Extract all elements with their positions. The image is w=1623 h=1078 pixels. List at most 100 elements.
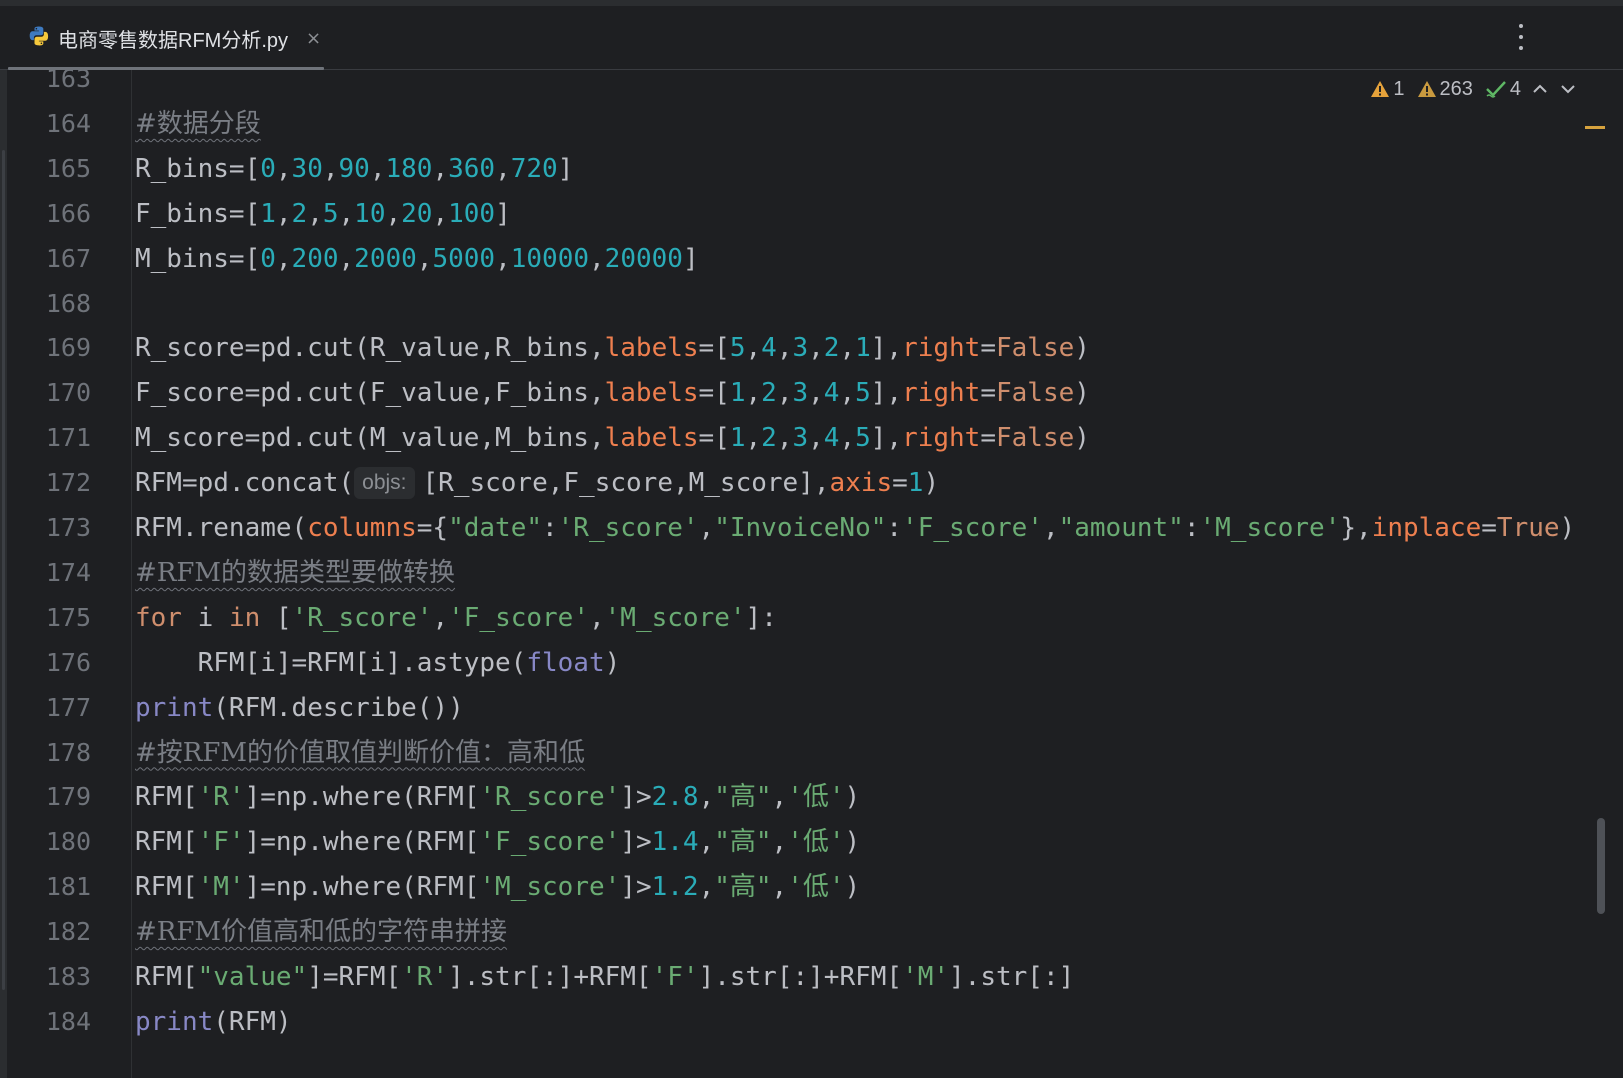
code-token: 'F_score' bbox=[448, 602, 589, 633]
code-line[interactable]: #数据分段 bbox=[135, 101, 261, 147]
inspection-widget[interactable]: 1 263 4 bbox=[1370, 74, 1583, 104]
code-line[interactable]: print(RFM.describe()) bbox=[135, 685, 464, 731]
next-highlight-icon[interactable] bbox=[1561, 84, 1583, 94]
code-token: 4 bbox=[823, 378, 840, 409]
code-token: , bbox=[275, 153, 292, 184]
code-token: False bbox=[996, 378, 1075, 409]
code-token: , bbox=[698, 513, 715, 543]
code-comment: #RFM的数据类型要做转换 bbox=[135, 557, 456, 588]
code-line[interactable]: RFM['R']=np.where(RFM['R_score']>2.8,"高"… bbox=[135, 774, 860, 820]
code-line[interactable]: M_score=pd.cut(M_value,M_bins,labels=[1,… bbox=[135, 415, 1090, 461]
close-icon[interactable]: × bbox=[306, 28, 321, 49]
line-number: 183 bbox=[45, 962, 91, 991]
left-tool-strip bbox=[0, 70, 7, 1078]
code-token: True bbox=[1496, 513, 1560, 543]
code-token: 4 bbox=[823, 423, 840, 454]
code-line[interactable]: RFM[i]=RFM[i].astype(float) bbox=[135, 640, 621, 686]
code-line[interactable]: print(RFM) bbox=[135, 999, 292, 1045]
code-token: , bbox=[385, 198, 402, 229]
warning-marker[interactable] bbox=[1585, 126, 1605, 129]
code-token: , bbox=[589, 602, 605, 633]
code-editor[interactable]: #数据分段 R_bins=[0,30,90,180,360,720] F_bins=… bbox=[135, 70, 1595, 1078]
more-options-icon[interactable] bbox=[1509, 24, 1533, 50]
code-token: : bbox=[1183, 513, 1200, 543]
code-line[interactable]: #RFM价值高和低的字符串拼接 bbox=[135, 909, 507, 955]
code-line[interactable]: #RFM的数据类型要做转换 bbox=[135, 550, 455, 596]
previous-highlight-icon[interactable] bbox=[1533, 84, 1555, 94]
check-icon bbox=[1486, 81, 1506, 98]
code-token: 3 bbox=[792, 333, 809, 364]
code-token: , bbox=[1042, 513, 1059, 543]
code-token: RFM.rename( bbox=[135, 513, 308, 543]
code-line[interactable]: F_score=pd.cut(F_value,F_bins,labels=[1,… bbox=[135, 370, 1090, 416]
code-token: , bbox=[495, 243, 511, 274]
code-token: 'R_score' bbox=[557, 513, 699, 543]
code-token: , bbox=[771, 872, 788, 903]
code-token: [ bbox=[260, 602, 292, 633]
code-line[interactable]: M_bins=[0,200,2000,5000,10000,20000] bbox=[135, 236, 699, 282]
code-token: ) bbox=[844, 827, 861, 858]
code-token: 20000 bbox=[604, 243, 683, 274]
code-token: axis bbox=[829, 468, 893, 499]
line-number: 174 bbox=[45, 557, 91, 587]
scrollbar-thumb[interactable] bbox=[1597, 818, 1605, 914]
code-token: 90 bbox=[338, 153, 370, 184]
code-token: 180 bbox=[385, 153, 433, 184]
code-token: "value" bbox=[197, 962, 308, 992]
code-token: RFM[i]=RFM[i].astype( bbox=[135, 647, 527, 678]
code-line[interactable]: RFM=pd.concat(objs: [R_score,F_score,M_sc… bbox=[135, 460, 939, 506]
code-token: , bbox=[698, 782, 715, 813]
code-token: = bbox=[1481, 513, 1497, 543]
code-token: = bbox=[980, 423, 996, 454]
code-token: ) bbox=[1074, 333, 1090, 364]
code-line[interactable]: F_bins=[1,2,5,10,20,100] bbox=[135, 191, 511, 237]
code-token: 0 bbox=[260, 243, 276, 274]
code-token: ) bbox=[923, 468, 940, 499]
typo-count[interactable]: 4 bbox=[1485, 78, 1521, 101]
code-token: , bbox=[432, 602, 449, 633]
vertical-scrollbar[interactable] bbox=[1585, 70, 1607, 1078]
code-token: (RFM) bbox=[213, 1006, 292, 1037]
editor-tab-bar: 电商零售数据RFM分析.py × bbox=[0, 6, 1623, 70]
code-token: , bbox=[745, 378, 762, 409]
code-token: labels bbox=[604, 378, 699, 409]
code-token: M_bins=[ bbox=[135, 243, 261, 274]
code-token: 1.4 bbox=[651, 827, 699, 858]
code-token: labels bbox=[604, 423, 699, 454]
code-token: }, bbox=[1340, 513, 1372, 543]
code-token: 20 bbox=[401, 198, 433, 229]
code-token: ]> bbox=[620, 782, 652, 813]
line-number: 177 bbox=[45, 692, 91, 722]
error-count[interactable]: 1 bbox=[1370, 78, 1405, 101]
line-number: 169 bbox=[45, 333, 91, 363]
code-token: ], bbox=[870, 423, 903, 454]
code-token: 'M' bbox=[902, 962, 950, 992]
code-line[interactable]: #按RFM的价值取值判断价值：高和低 bbox=[135, 730, 585, 776]
warning-count[interactable]: 263 bbox=[1417, 78, 1473, 101]
code-token: = bbox=[980, 333, 996, 364]
line-number: 182 bbox=[45, 917, 91, 947]
line-number: 175 bbox=[45, 602, 91, 632]
code-token: 'F_score' bbox=[479, 827, 621, 858]
code-token: 2 bbox=[761, 423, 777, 454]
code-token: =[ bbox=[698, 423, 730, 454]
code-comment: #RFM价值高和低的字符串拼接 bbox=[135, 917, 508, 948]
code-line[interactable]: for i in ['R_score','F_score','M_score']… bbox=[135, 595, 777, 641]
code-token: in bbox=[228, 602, 261, 633]
code-token: , bbox=[808, 378, 824, 409]
code-line[interactable]: RFM['M']=np.where(RFM['M_score']>1.2,"高"… bbox=[135, 864, 860, 910]
code-line[interactable]: RFM['F']=np.where(RFM['F_score']>1.4,"高"… bbox=[135, 819, 860, 865]
code-token: 5 bbox=[855, 378, 871, 409]
code-token: '低' bbox=[787, 827, 845, 858]
code-line[interactable]: R_score=pd.cut(R_value,R_bins,labels=[5,… bbox=[135, 325, 1090, 371]
error-icon bbox=[1371, 81, 1390, 97]
code-token: R_score=pd.cut(R_value,R_bins, bbox=[135, 333, 605, 364]
code-token: 'R_score' bbox=[479, 782, 621, 813]
code-token: , bbox=[698, 827, 715, 858]
code-token: RFM[ bbox=[135, 872, 198, 903]
code-line[interactable]: RFM.rename(columns={"date":'R_score',"In… bbox=[135, 505, 1575, 551]
code-line[interactable]: RFM["value"]=RFM['R'].str[:]+RFM['F'].st… bbox=[135, 954, 1074, 1000]
code-line[interactable]: R_bins=[0,30,90,180,360,720] bbox=[135, 146, 573, 192]
code-token: "高" bbox=[714, 782, 772, 813]
code-token: 1 bbox=[729, 378, 746, 409]
